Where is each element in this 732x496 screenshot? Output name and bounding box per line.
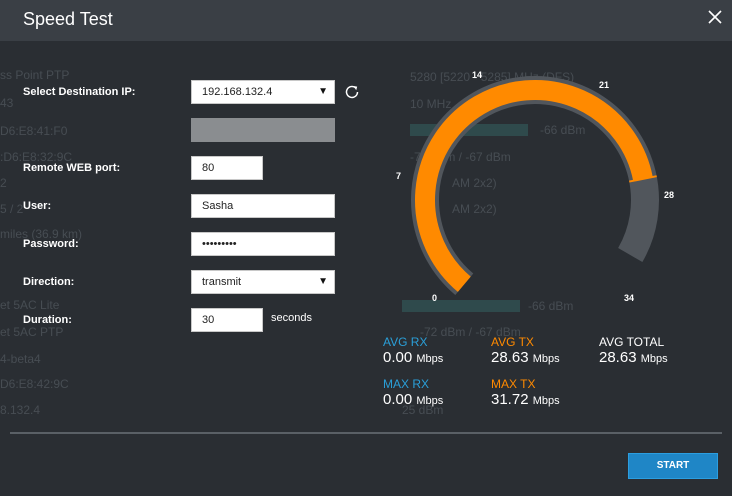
avg-rx-value: 0.00 Mbps: [383, 349, 443, 366]
background-text: D6:E8:42:9C: [0, 377, 69, 391]
avg-total-number: 28.63: [599, 349, 637, 366]
avg-rx-unit: Mbps: [416, 353, 444, 365]
user-value: Sasha: [202, 200, 234, 212]
avg-tx-label: AVG TX: [491, 335, 534, 349]
gauge-tick-label: 28: [664, 190, 675, 200]
password-label: Password:: [23, 238, 79, 250]
gauge-fill: [415, 80, 653, 292]
max-tx-value: 31.72 Mbps: [491, 391, 560, 408]
gauge-tick-label: 21: [599, 80, 610, 90]
chevron-down-icon: ▼: [318, 86, 328, 97]
gauge-tick-label: 14: [472, 70, 483, 80]
title-bar: Speed Test: [0, 0, 732, 41]
web-port-value: 80: [202, 162, 215, 174]
background-text: D6:E8:41:F0: [0, 124, 68, 138]
max-rx-number: 0.00: [383, 391, 413, 408]
close-icon[interactable]: [704, 6, 726, 28]
max-rx-label: MAX RX: [383, 377, 430, 391]
max-rx-value: 0.00 Mbps: [383, 391, 443, 408]
avg-tx-number: 28.63: [491, 349, 529, 366]
max-tx-label: MAX TX: [491, 377, 536, 391]
direction-value: transmit: [202, 276, 242, 288]
gauge-tick-label: 0: [432, 293, 438, 303]
web-port-label: Remote WEB port:: [23, 162, 121, 174]
avg-rx-label: AVG RX: [383, 335, 428, 349]
footer-divider: [10, 432, 722, 434]
background-text: et 5AC Lite: [0, 298, 60, 312]
avg-tx-value: 28.63 Mbps: [491, 349, 560, 366]
password-value: •••••••••: [202, 238, 237, 250]
direction-label: Direction:: [23, 276, 75, 288]
refresh-icon[interactable]: [342, 82, 362, 102]
max-rx-unit: Mbps: [416, 395, 444, 407]
destination-ip-label: Select Destination IP:: [23, 86, 136, 98]
destination-ip-value: 192.168.132.4: [202, 86, 273, 98]
background-text: ss Point PTP: [0, 68, 70, 82]
direction-select[interactable]: transmit ▼: [191, 270, 335, 294]
gauge-tick-label: 34: [624, 293, 635, 303]
avg-tx-unit: Mbps: [532, 353, 560, 365]
start-button[interactable]: START: [628, 453, 718, 479]
speed-gauge: [411, 76, 659, 295]
avg-total-label: AVG TOTAL: [599, 335, 665, 349]
background-text: 2: [0, 176, 7, 190]
background-text: et 5AC PTP: [0, 325, 64, 339]
dialog-title: Speed Test: [23, 9, 113, 29]
duration-unit: seconds: [271, 312, 312, 324]
gauge-tick-label: 7: [396, 171, 402, 181]
max-tx-number: 31.72: [491, 391, 529, 408]
background-text: 5 / 2: [0, 202, 24, 216]
duration-label: Duration:: [23, 314, 72, 326]
web-port-input[interactable]: 80: [191, 156, 263, 180]
duration-input[interactable]: 30: [191, 308, 263, 332]
background-text: 4-beta4: [0, 352, 41, 366]
avg-rx-number: 0.00: [383, 349, 413, 366]
background-text: 8.132.4: [0, 403, 41, 417]
password-input[interactable]: •••••••••: [191, 232, 335, 256]
user-input[interactable]: Sasha: [191, 194, 335, 218]
avg-total-unit: Mbps: [640, 353, 668, 365]
avg-total-value: 28.63 Mbps: [599, 349, 668, 366]
max-tx-unit: Mbps: [532, 395, 560, 407]
background-text: 43: [0, 96, 14, 110]
user-label: User:: [23, 200, 52, 212]
disabled-field: [191, 118, 335, 142]
destination-ip-select[interactable]: 192.168.132.4 ▼: [191, 80, 335, 104]
chevron-down-icon: ▼: [318, 276, 328, 287]
duration-value: 30: [202, 314, 215, 326]
